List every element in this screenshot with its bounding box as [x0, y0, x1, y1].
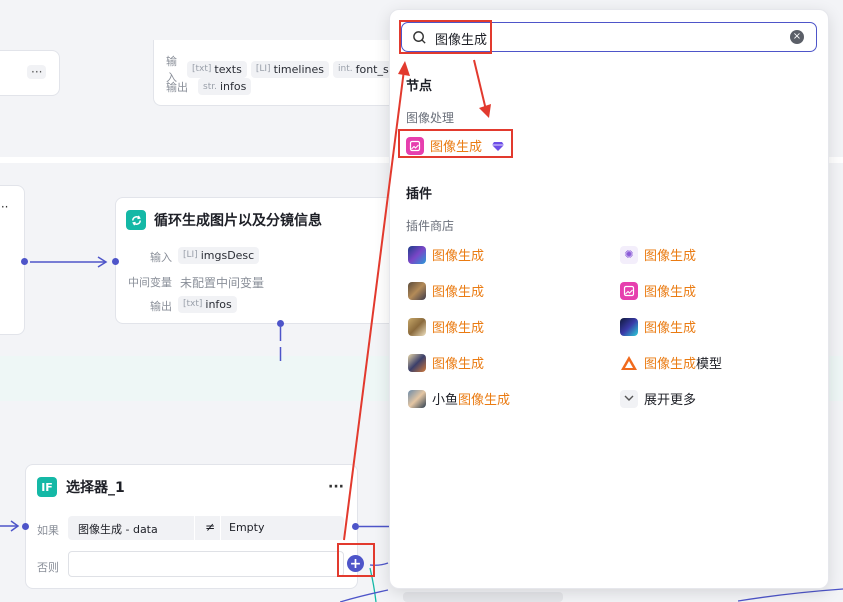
plugin-item[interactable]: 图像生成: [620, 317, 696, 336]
plugin-label: 图像生成: [432, 321, 485, 336]
mid-label: 中间变量: [128, 276, 172, 289]
condition-left[interactable]: 图像生成 - data: [78, 521, 158, 537]
param-name: infos: [219, 80, 247, 93]
plugin-icon: [408, 353, 426, 372]
group-plugin-store: 插件商店: [406, 219, 455, 233]
annotation-box-node-item: [398, 129, 513, 158]
plugin-prefix: 小鱼: [432, 393, 459, 408]
condition-right[interactable]: Empty: [229, 521, 264, 534]
section-plugins: 插件: [406, 187, 433, 202]
plugin-item[interactable]: 图像生成: [408, 281, 484, 300]
plugin-label: 图像生成: [644, 321, 697, 336]
type-tag: [LI]: [255, 64, 271, 74]
node-header: IF 选择器_1: [37, 477, 125, 497]
else-label: 否则: [37, 561, 59, 574]
mid-value: 未配置中间变量: [180, 276, 265, 290]
edge: [359, 525, 389, 528]
plugin-item[interactable]: 图像生成: [408, 245, 484, 264]
param-chip: [LI] imgsDesc: [178, 246, 260, 264]
more-icon[interactable]: ···: [27, 65, 47, 79]
plugin-icon: [408, 281, 426, 300]
group-image-processing: 图像处理: [406, 111, 455, 125]
chevron-down-icon: [620, 389, 638, 408]
plugin-icon: [620, 353, 638, 372]
input-label: 输入: [150, 251, 172, 264]
node-title: 循环生成图片以及分镜信息: [154, 213, 322, 229]
plugin-icon: ✺: [620, 245, 638, 264]
plugin-icon: [620, 281, 638, 300]
plugin-label: 图像生成: [644, 357, 697, 372]
text-node[interactable]: 输入 [txt] texts [LI] timelines int. font_siz…: [153, 40, 410, 106]
plugin-label: 图像生成: [644, 285, 697, 300]
loop-icon: [126, 210, 146, 230]
input-port[interactable]: [22, 523, 29, 530]
if-icon: IF: [37, 477, 57, 497]
more-icon[interactable]: ···: [0, 200, 8, 214]
if-output-port[interactable]: [352, 523, 359, 530]
annotation-box-search: [399, 20, 492, 54]
plugin-label: 图像生成: [458, 393, 511, 408]
plugin-icon: [408, 389, 426, 408]
edge: [30, 256, 108, 268]
condition-row[interactable]: 图像生成 - data ≠ Empty: [68, 516, 344, 540]
plugin-icon: [408, 245, 426, 264]
annotation-box-add-button: [337, 543, 375, 577]
if-label: 如果: [37, 524, 59, 537]
plugin-suffix: 模型: [696, 357, 723, 372]
plugin-item[interactable]: 小鱼图像生成: [408, 389, 510, 408]
expand-more-button[interactable]: 展开更多: [620, 389, 696, 408]
clear-icon[interactable]: ×: [790, 30, 804, 44]
output-label: 输出: [166, 80, 188, 94]
condition-operator[interactable]: ≠: [205, 520, 215, 534]
plugin-item[interactable]: 图像生成: [620, 281, 696, 300]
node-fragment[interactable]: [403, 592, 563, 602]
param-chip: [txt] infos: [178, 295, 237, 313]
plugin-item[interactable]: 图像生成模型: [620, 353, 722, 372]
type-tag: str.: [203, 81, 217, 92]
type-tag: [txt]: [183, 299, 203, 309]
plugin-item[interactable]: ✺ 图像生成: [620, 245, 696, 264]
param-name: texts: [214, 62, 242, 76]
node-header: 循环生成图片以及分镜信息: [126, 210, 322, 230]
param-name: imgsDesc: [200, 248, 255, 262]
node-search-panel[interactable]: 图像生成 × 节点 图像处理 图像生成 插件 插件商店 图像生成 图像生成 图像…: [389, 9, 829, 589]
node-title: 选择器_1: [66, 480, 125, 496]
more-icon[interactable]: ···: [328, 479, 344, 495]
param-chip: str. infos: [198, 78, 252, 95]
section-nodes: 节点: [406, 79, 433, 94]
input-port[interactable]: [112, 258, 119, 265]
plugin-item[interactable]: 图像生成: [408, 317, 484, 336]
param-chip: [LI] timelines: [250, 60, 329, 78]
plugin-label: 图像生成: [432, 249, 485, 264]
else-field[interactable]: [68, 551, 344, 577]
type-tag: [LI]: [183, 250, 198, 260]
type-tag: int.: [338, 64, 353, 74]
output-port[interactable]: [21, 258, 28, 265]
plugin-label: 图像生成: [432, 285, 485, 300]
plugin-icon: [408, 317, 426, 336]
param-name: timelines: [273, 62, 324, 76]
plugin-icon: [620, 317, 638, 336]
plugin-label: 图像生成: [644, 249, 697, 264]
loop-node[interactable]: 循环生成图片以及分镜信息 输入 [LI] imgsDesc 中间变量 未配置中间变…: [115, 197, 400, 324]
plugin-item[interactable]: 图像生成: [408, 353, 484, 372]
type-tag: [txt]: [192, 64, 212, 74]
plugin-label: 图像生成: [432, 357, 485, 372]
selector-node[interactable]: IF 选择器_1 ··· 如果 图像生成 - data ≠ Empty 否则: [25, 464, 358, 589]
edge: [279, 327, 282, 361]
param-name: infos: [205, 297, 232, 311]
node-fragment[interactable]: ···: [0, 50, 60, 96]
loop-port[interactable]: [277, 320, 284, 327]
output-label: 输出: [150, 300, 172, 313]
output-row: 输出 str. infos: [166, 78, 255, 95]
expand-more-label: 展开更多: [644, 393, 697, 408]
param-chip: [txt] texts: [187, 60, 247, 78]
